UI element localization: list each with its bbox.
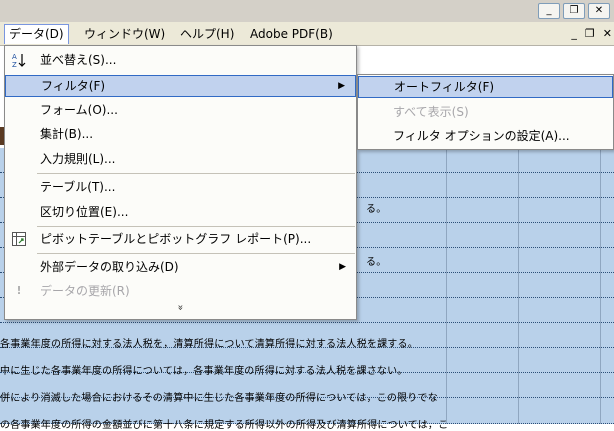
- submenu-item-label: オートフィルタ(F): [394, 80, 495, 94]
- submenu-item-advanced-filter[interactable]: フィルタ オプションの設定(A)...: [358, 125, 613, 147]
- cell-text: る。: [366, 204, 387, 215]
- title-bar: _ ❐ ✕: [0, 0, 614, 22]
- menu-item-validation[interactable]: 入力規則(L)...: [5, 148, 356, 170]
- restore-button[interactable]: ❐: [563, 3, 585, 19]
- menu-item-text-to-columns[interactable]: 区切り位置(E)...: [5, 201, 356, 223]
- menu-separator: [37, 226, 355, 227]
- menu-separator: [37, 173, 355, 174]
- menu-item-sort[interactable]: AZ 並べ替え(S)...: [5, 49, 356, 71]
- menu-item-label: 入力規則(L)...: [40, 152, 116, 166]
- menu-item-form[interactable]: フォーム(O)...: [5, 99, 356, 121]
- expand-menu-chevron-icon[interactable]: »: [5, 302, 356, 313]
- menu-item-label: ピボットテーブルとピボットグラフ レポート(P)...: [40, 232, 312, 246]
- pivot-icon: [11, 231, 27, 247]
- refresh-icon: !: [16, 284, 22, 297]
- menu-window[interactable]: ウィンドウ(W): [80, 24, 169, 44]
- menu-item-label: フィルタ(F): [41, 79, 106, 93]
- menu-item-pivot-table[interactable]: ピボットテーブルとピボットグラフ レポート(P)...: [5, 228, 356, 250]
- cell-text: 併により消滅した場合におけるその清算中に生じた各事業年度の所得については，この限…: [0, 393, 438, 404]
- menu-item-table[interactable]: テーブル(T)...: [5, 176, 356, 198]
- menu-item-label: 集計(B)...: [40, 127, 94, 141]
- menu-item-label: フォーム(O)...: [40, 103, 118, 117]
- menu-item-import-external-data[interactable]: 外部データの取り込み(D) ▶: [5, 256, 356, 278]
- menu-separator: [37, 253, 355, 254]
- submenu-arrow-icon: ▶: [339, 262, 346, 272]
- menu-item-filter[interactable]: フィルタ(F) ▶: [5, 75, 356, 97]
- filter-submenu: オートフィルタ(F) すべて表示(S) フィルタ オプションの設定(A)...: [357, 74, 614, 150]
- cell-text: 中に生じた各事業年度の所得については，各事業年度の所得に対する法人税を課さない。: [0, 366, 408, 377]
- menu-data[interactable]: データ(D): [4, 24, 69, 44]
- cell-text: る。: [366, 257, 387, 268]
- submenu-item-autofilter[interactable]: オートフィルタ(F): [358, 76, 613, 98]
- menu-item-subtotal[interactable]: 集計(B)...: [5, 123, 356, 145]
- menu-bar: データ(D) ウィンドウ(W) ヘルプ(H) Adobe PDF(B) _ ❐ …: [0, 22, 614, 46]
- menu-item-label: 並べ替え(S)...: [40, 53, 117, 67]
- menu-item-refresh-data[interactable]: ! データの更新(R): [5, 280, 356, 302]
- submenu-item-label: すべて表示(S): [393, 105, 469, 119]
- cell-text: 各事業年度の所得に対する法人税を，清算所得について清算所得に対する法人税を課する…: [0, 339, 418, 350]
- close-button[interactable]: ✕: [588, 3, 610, 19]
- window-controls: _ ❐ ✕: [538, 3, 610, 19]
- mdi-close-button[interactable]: ✕: [603, 27, 612, 40]
- menu-adobe-pdf[interactable]: Adobe PDF(B): [246, 24, 337, 44]
- menu-item-label: データの更新(R): [40, 284, 130, 298]
- mdi-restore-button[interactable]: ❐: [585, 27, 595, 40]
- data-menu: AZ 並べ替え(S)... フィルタ(F) ▶ フォーム(O)... 集計(B)…: [4, 45, 357, 320]
- menu-help[interactable]: ヘルプ(H): [176, 24, 238, 44]
- svg-text:A: A: [12, 53, 17, 61]
- minimize-button[interactable]: _: [538, 3, 560, 19]
- menu-item-label: 区切り位置(E)...: [40, 205, 129, 219]
- svg-text:Z: Z: [12, 61, 17, 68]
- submenu-item-label: フィルタ オプションの設定(A)...: [393, 129, 570, 143]
- expand-glyph: »: [175, 304, 186, 311]
- sort-icon: AZ: [11, 52, 27, 69]
- submenu-arrow-icon: ▶: [338, 81, 345, 91]
- mdi-controls: _ ❐ ✕: [571, 27, 612, 40]
- submenu-item-show-all[interactable]: すべて表示(S): [358, 101, 613, 123]
- mdi-minimize-button[interactable]: _: [571, 27, 577, 40]
- menu-item-label: テーブル(T)...: [40, 180, 116, 194]
- menu-item-label: 外部データの取り込み(D): [40, 260, 179, 274]
